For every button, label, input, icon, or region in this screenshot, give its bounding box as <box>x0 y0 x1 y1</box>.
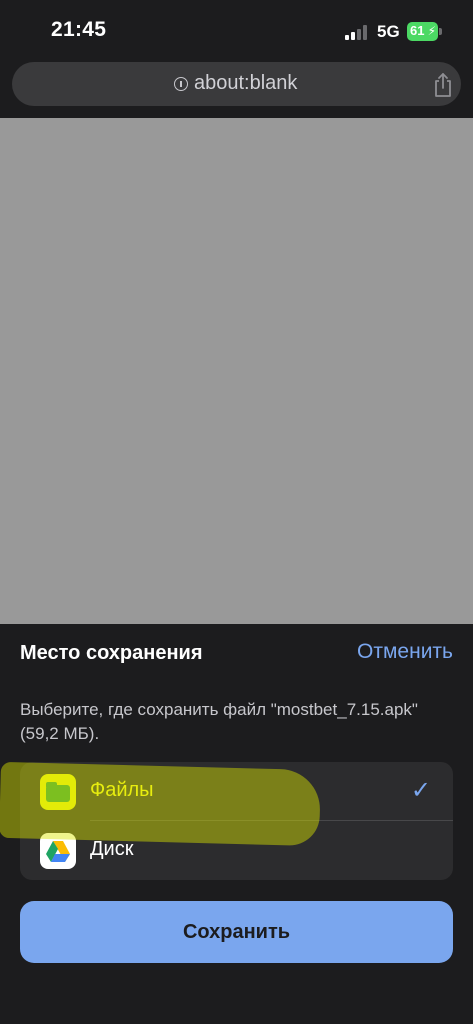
option-drive[interactable]: Диск <box>20 821 453 880</box>
option-label-drive: Диск <box>90 838 134 860</box>
battery-icon: 61 ⚡ <box>407 22 438 41</box>
battery-cap <box>439 28 442 35</box>
option-files[interactable]: Файлы ✓ <box>20 762 453 821</box>
charging-bolt-icon: ⚡ <box>427 24 436 38</box>
save-button-label: Сохранить <box>182 920 291 943</box>
network-type: 5G <box>377 22 400 41</box>
info-icon <box>174 77 188 91</box>
save-button[interactable]: Сохранить <box>20 901 453 963</box>
status-time: 21:45 <box>51 18 107 41</box>
address-bar[interactable]: about:blank <box>12 62 461 106</box>
url-text: about:blank <box>194 72 298 94</box>
sheet-description: Выберите, где сохранить файл "mostbet_7.… <box>20 700 418 743</box>
cellular-signal-icon <box>345 24 371 40</box>
status-bar: 21:45 5G 61 ⚡ <box>0 0 473 62</box>
battery-level: 61 <box>410 23 425 38</box>
location-options-list: Файлы ✓ Диск <box>20 762 453 880</box>
browser-toolbar: about:blank <box>0 62 473 118</box>
save-location-sheet: Место сохранения Отменить Выберите, где … <box>0 624 473 1024</box>
files-folder-icon <box>40 774 76 810</box>
share-icon[interactable] <box>431 72 455 98</box>
google-drive-icon <box>40 833 76 869</box>
checkmark-icon: ✓ <box>410 777 431 804</box>
cancel-button[interactable]: Отменить <box>357 640 453 664</box>
option-label-files: Файлы <box>90 779 154 801</box>
sheet-title: Место сохранения <box>20 642 203 664</box>
web-page-content <box>0 118 473 624</box>
